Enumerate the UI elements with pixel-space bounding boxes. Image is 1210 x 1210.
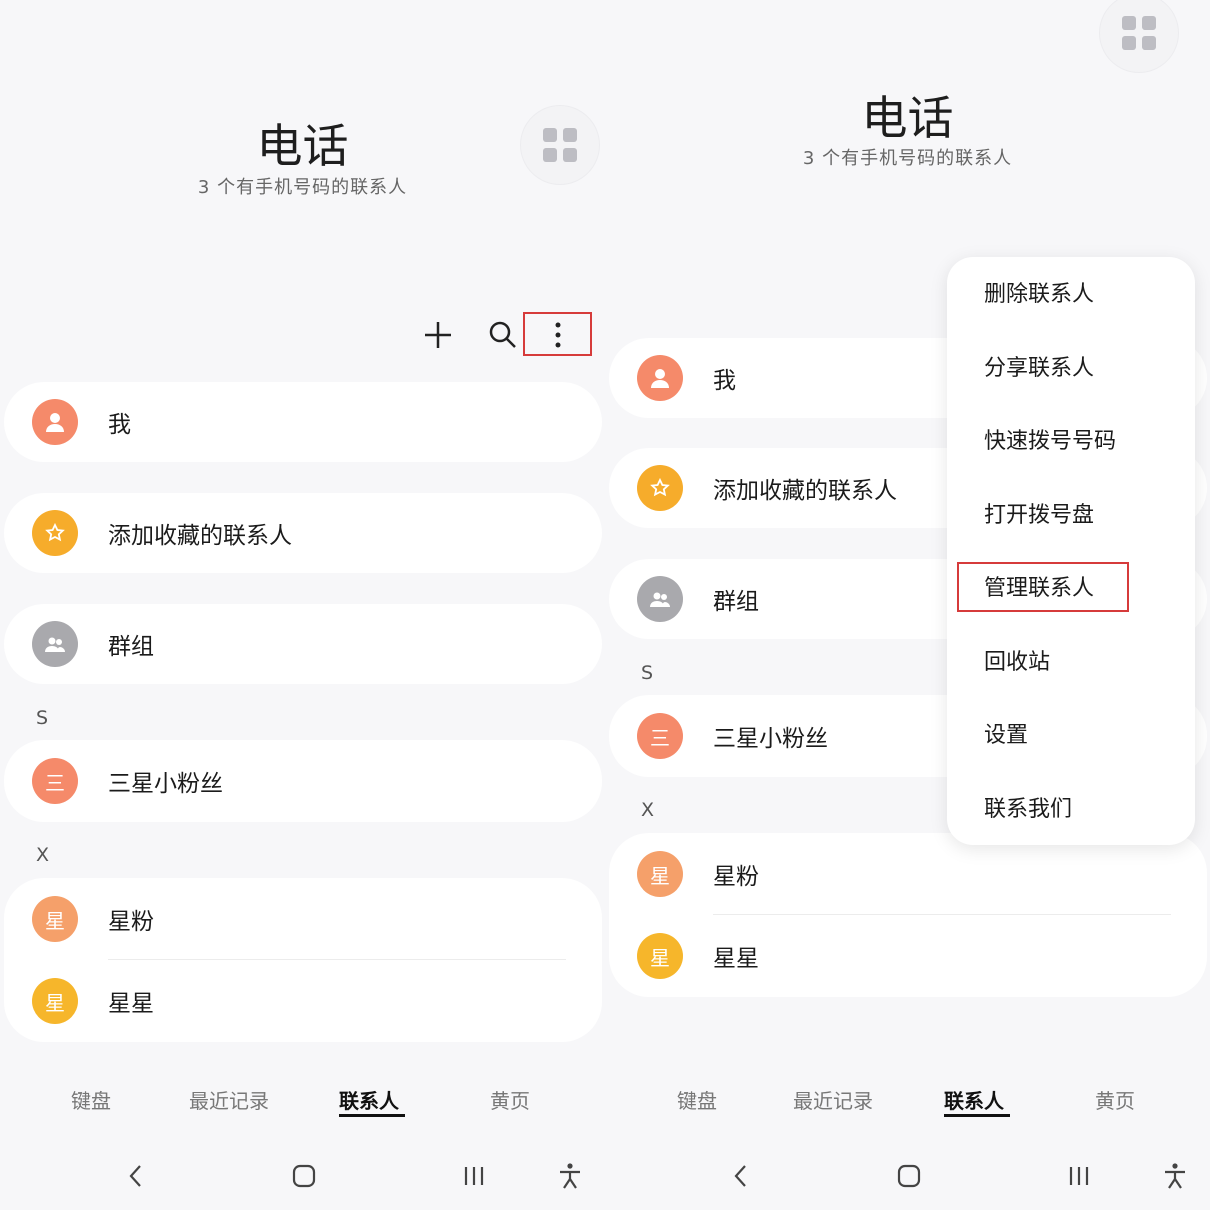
- section-header: S: [641, 662, 654, 684]
- tab-contacts[interactable]: 联系人: [339, 1085, 399, 1114]
- tab-yellow-pages[interactable]: 黄页: [1095, 1085, 1135, 1114]
- section-header: S: [36, 707, 49, 729]
- groups-row[interactable]: 群组: [4, 604, 602, 684]
- home-button[interactable]: [889, 1156, 929, 1196]
- contact-card: 星 星粉 星 星星: [4, 878, 602, 1042]
- grid-icon: [1122, 16, 1156, 50]
- section-header: X: [641, 799, 655, 821]
- contact-row[interactable]: 星 星粉: [609, 834, 1207, 914]
- menu-item-contact-us[interactable]: 联系我们: [984, 790, 1072, 830]
- back-icon: [734, 1165, 746, 1187]
- my-profile-row[interactable]: 我: [4, 382, 602, 462]
- tab-yellow-pages[interactable]: 黄页: [490, 1085, 530, 1114]
- contact-name: 三星小粉丝: [713, 726, 828, 752]
- menu-item-settings[interactable]: 设置: [984, 716, 1028, 756]
- contact-name: 星星: [108, 991, 154, 1017]
- home-icon: [897, 1164, 921, 1188]
- back-button[interactable]: [721, 1156, 761, 1196]
- contact-name: 三星小粉丝: [108, 771, 223, 797]
- contact-avatar: 三: [32, 758, 78, 804]
- menu-item-recycle-bin[interactable]: 回收站: [984, 643, 1050, 683]
- recents-icon: [464, 1167, 484, 1185]
- menu-item-speed-dial[interactable]: 快速拨号号码: [984, 422, 1116, 462]
- contact-row[interactable]: 星 星粉: [4, 879, 602, 959]
- group-icon: [32, 621, 78, 667]
- accessibility-button[interactable]: [550, 1156, 590, 1196]
- add-contact-button[interactable]: [420, 317, 456, 353]
- contact-name: 星星: [713, 946, 759, 972]
- page-title: 电话: [256, 119, 349, 173]
- tab-recents[interactable]: 最近记录: [793, 1085, 873, 1114]
- active-tab-indicator: [339, 1114, 405, 1117]
- tab-recents[interactable]: 最近记录: [189, 1085, 269, 1114]
- contact-card: 星 星粉 星 星星: [609, 833, 1207, 997]
- accessibility-button[interactable]: [1155, 1156, 1195, 1196]
- page-subtitle: 3 个有手机号码的联系人: [802, 148, 1013, 169]
- overflow-menu: 删除联系人 分享联系人 快速拨号号码 打开拨号盘 管理联系人 回收站 设置 联系…: [947, 257, 1195, 845]
- recents-icon: [1069, 1167, 1089, 1185]
- back-icon: [129, 1165, 141, 1187]
- contact-name: 星粉: [713, 864, 759, 890]
- row-label: 添加收藏的联系人: [713, 478, 897, 504]
- recents-button[interactable]: [1059, 1156, 1099, 1196]
- add-favorites-row[interactable]: 添加收藏的联系人: [4, 493, 602, 573]
- group-icon: [637, 576, 683, 622]
- grid-view-button[interactable]: [521, 106, 599, 184]
- back-button[interactable]: [116, 1156, 156, 1196]
- contact-card: 三 三星小粉丝: [4, 740, 602, 822]
- plus-icon: [425, 322, 451, 348]
- tab-keypad[interactable]: 键盘: [677, 1085, 717, 1114]
- contact-row[interactable]: 星 星星: [4, 961, 602, 1041]
- contact-avatar: 星: [637, 851, 683, 897]
- page-subtitle: 3 个有手机号码的联系人: [197, 177, 408, 198]
- grid-icon: [543, 128, 577, 162]
- person-icon: [32, 399, 78, 445]
- active-tab-indicator: [944, 1114, 1010, 1117]
- contact-name: 星粉: [108, 909, 154, 935]
- contact-avatar: 星: [637, 933, 683, 979]
- page-title: 电话: [861, 91, 954, 145]
- highlight-box: [957, 562, 1129, 612]
- accessibility-icon: [1165, 1163, 1185, 1189]
- menu-item-open-keypad[interactable]: 打开拨号盘: [984, 496, 1094, 536]
- row-label: 我: [713, 368, 736, 394]
- star-icon: [637, 465, 683, 511]
- search-icon: [489, 321, 516, 348]
- person-icon: [637, 355, 683, 401]
- contact-avatar: 星: [32, 896, 78, 942]
- left-screen: 电话 3 个有手机号码的联系人 我 添加收藏的联系人 群组 S 三 三星小粉丝 …: [0, 0, 605, 1210]
- highlight-box: [523, 312, 592, 356]
- contact-row[interactable]: 三 三星小粉丝: [4, 741, 602, 821]
- contact-avatar: 三: [637, 713, 683, 759]
- tab-contacts[interactable]: 联系人: [944, 1085, 1004, 1114]
- accessibility-icon: [560, 1163, 580, 1189]
- contact-row[interactable]: 星 星星: [609, 916, 1207, 996]
- divider: [108, 959, 566, 960]
- recents-button[interactable]: [454, 1156, 494, 1196]
- row-label: 群组: [108, 634, 154, 660]
- home-button[interactable]: [284, 1156, 324, 1196]
- divider: [713, 914, 1171, 915]
- search-button[interactable]: [485, 317, 521, 353]
- row-label: 添加收藏的联系人: [108, 523, 292, 549]
- menu-item-share-contacts[interactable]: 分享联系人: [984, 349, 1094, 389]
- contact-avatar: 星: [32, 978, 78, 1024]
- row-label: 群组: [713, 589, 759, 615]
- section-header: X: [36, 844, 50, 866]
- home-icon: [292, 1164, 316, 1188]
- grid-view-button[interactable]: [1100, 0, 1178, 72]
- star-icon: [32, 510, 78, 556]
- tab-keypad[interactable]: 键盘: [71, 1085, 111, 1114]
- menu-item-delete-contacts[interactable]: 删除联系人: [984, 275, 1094, 315]
- row-label: 我: [108, 412, 131, 438]
